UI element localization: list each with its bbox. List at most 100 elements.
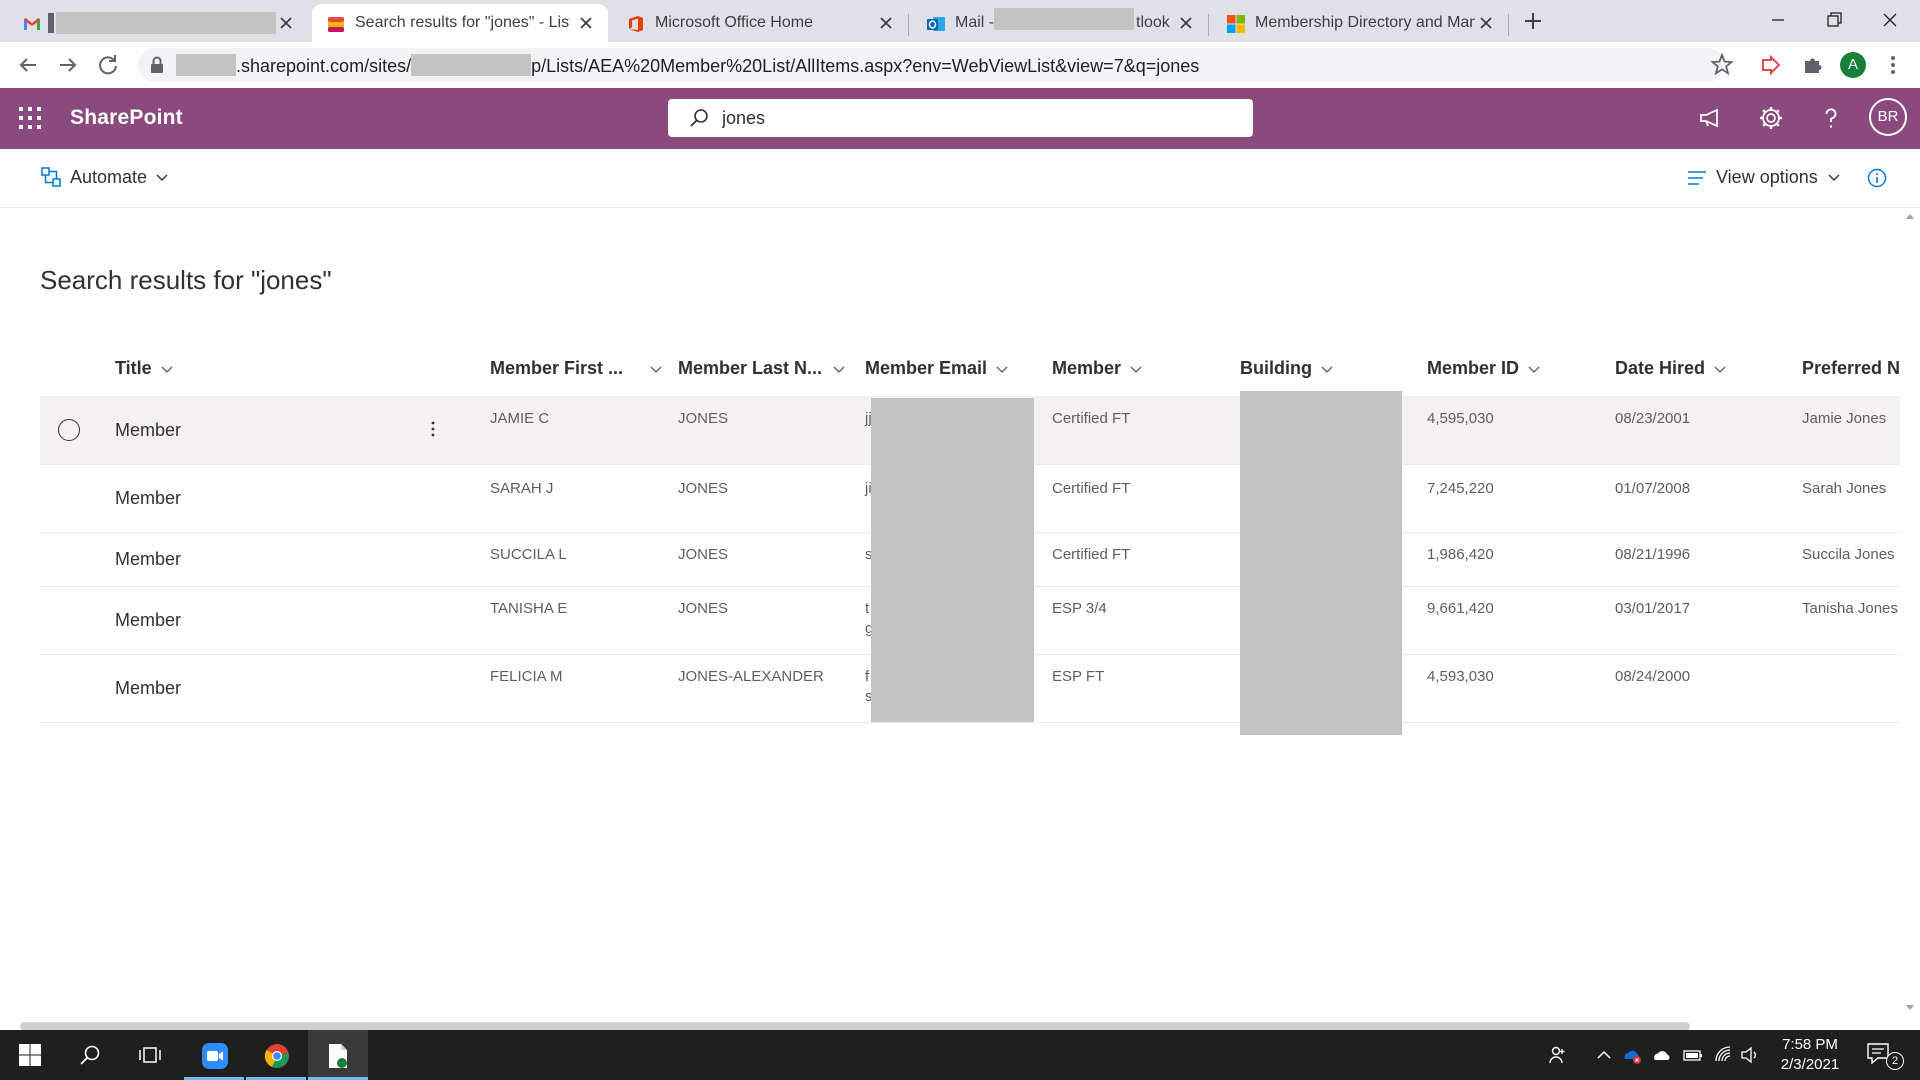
page-vertical-scrollbar[interactable] [1900,208,1920,1028]
task-view-button[interactable] [120,1030,180,1080]
sharepoint-suite-bar: SharePoint BR [0,88,1920,149]
cell-title[interactable]: Member [115,610,181,631]
start-button[interactable] [0,1030,60,1080]
chevron-down-icon [1828,174,1840,181]
tab-title: Microsoft Office Home [655,14,813,31]
people-icon[interactable] [1548,1045,1568,1065]
column-header-title[interactable]: Title [115,358,174,400]
command-bar: Automate View options [0,149,1920,208]
action-center-button[interactable]: 2 [1866,1040,1906,1072]
url-prefix: .sharepoint.com/sites/ [236,56,412,76]
column-header-member-first[interactable]: Member First ... [490,358,663,400]
close-icon[interactable] [1476,13,1496,33]
window-close-icon[interactable] [1876,6,1904,34]
row-select-radio[interactable] [58,419,80,441]
chevron-up-icon[interactable] [1594,1045,1614,1065]
cell-title[interactable]: Member [115,488,181,509]
close-icon[interactable] [1176,13,1196,33]
volume-icon[interactable] [1740,1045,1760,1065]
taskbar-file-app[interactable] [308,1030,368,1080]
tab-lists-search[interactable]: Search results for "jones" - Lists [312,4,608,42]
new-tab-plus-icon[interactable] [1520,8,1546,34]
chevron-down-icon [650,366,662,374]
column-header-label: Date Hired [1615,358,1706,378]
tab-separator [908,14,909,36]
forward-arrow-icon[interactable] [54,51,82,79]
back-arrow-icon[interactable] [14,51,42,79]
column-header-label: Title [115,358,152,378]
close-icon[interactable] [276,13,296,33]
settings-gear-icon[interactable] [1757,104,1785,132]
wifi-icon[interactable] [1714,1045,1734,1065]
help-question-icon[interactable] [1817,104,1845,132]
automate-button[interactable]: Automate [38,149,178,207]
cell-title[interactable]: Member [115,549,181,570]
cell-preferred-name: Sarah Jones [1802,480,1887,497]
extensions-puzzle-icon[interactable] [1800,52,1826,78]
cell-title[interactable]: Member [115,678,181,699]
gmail-icon [24,18,40,30]
tab-outlook-mail[interactable]: Mail - tlook [912,4,1208,42]
redacted-tab-title [994,8,1134,30]
tab-gmail[interactable] [8,4,308,42]
redacted-email-column [871,398,1034,722]
column-header-member-last[interactable]: Member Last N... [678,358,846,400]
onedrive-error-icon[interactable] [1622,1045,1642,1065]
close-icon[interactable] [876,13,896,33]
cell-member-email: t [865,600,870,617]
battery-icon[interactable] [1683,1045,1703,1065]
info-icon[interactable] [1866,167,1888,189]
cell-date-hired: 08/24/2000 [1615,668,1691,685]
chevron-down-icon [1321,366,1333,374]
view-options-button[interactable]: View options [1684,149,1844,207]
redacted-building-column [1240,391,1402,735]
scroll-down-arrow-icon[interactable] [1905,1004,1915,1012]
user-avatar[interactable]: BR [1869,98,1907,136]
taskbar-zoom-app[interactable] [184,1030,244,1080]
taskbar-chrome-app[interactable] [246,1030,306,1080]
more-actions-icon[interactable] [430,420,436,438]
cell-preferred-name: Tanisha Jones [1802,600,1898,617]
announcement-megaphone-icon[interactable] [1697,104,1725,132]
reload-icon[interactable] [94,51,122,79]
browser-profile-avatar[interactable]: A [1840,52,1866,78]
search-box[interactable] [668,99,1253,137]
cell-title[interactable]: Member [115,420,181,441]
zoom-video-icon [202,1043,228,1069]
scroll-up-arrow-icon[interactable] [1905,212,1915,220]
sharepoint-brand[interactable]: SharePoint [70,106,183,130]
chevron-down-icon [833,366,845,374]
taskbar-search-button[interactable] [60,1030,120,1080]
tab-membership-directory[interactable]: Membership Directory and Mana [1212,4,1508,42]
onedrive-cloud-icon[interactable] [1652,1045,1672,1065]
app-launcher-waffle-icon[interactable] [17,105,43,131]
cell-member-last: JONES [678,410,729,427]
column-header-member-id[interactable]: Member ID [1427,358,1541,400]
column-header-label: Member First ... [490,358,624,378]
view-options-label: View options [1716,167,1818,187]
tab-office-home[interactable]: Microsoft Office Home [612,4,908,42]
browser-menu-icon[interactable] [1880,52,1906,78]
lock-icon[interactable] [148,55,166,75]
column-header-member[interactable]: Member [1052,358,1143,400]
extension-cast-icon[interactable] [1758,52,1784,78]
lists-icon [328,17,344,32]
column-header-date-hired[interactable]: Date Hired [1615,358,1727,400]
task-view-icon [139,1047,161,1063]
cell-member: ESP 3/4 [1052,600,1107,617]
office-icon [629,16,643,32]
column-header-member-email[interactable]: Member Email [865,358,1009,400]
column-header-preferred-name[interactable]: Preferred Na [1802,358,1900,400]
cell-member-last: JONES-ALEXANDER [678,668,824,685]
windows-logo-icon [19,1044,41,1066]
search-input[interactable] [722,105,1222,131]
minimize-icon[interactable] [1764,6,1792,34]
bookmark-star-icon[interactable] [1709,52,1735,78]
restore-icon[interactable] [1820,6,1848,34]
cell-date-hired: 08/23/2001 [1615,410,1691,427]
close-icon[interactable] [576,13,596,33]
tab-title: Search results for "jones" - Lists [355,14,570,31]
url-text[interactable]: .sharepoint.com/sites/p/Lists/AEA%20Memb… [176,54,1199,77]
page-title: Search results for "jones" [40,265,332,295]
taskbar-clock[interactable]: 7:58 PM 2/3/2021 [1760,1035,1860,1075]
